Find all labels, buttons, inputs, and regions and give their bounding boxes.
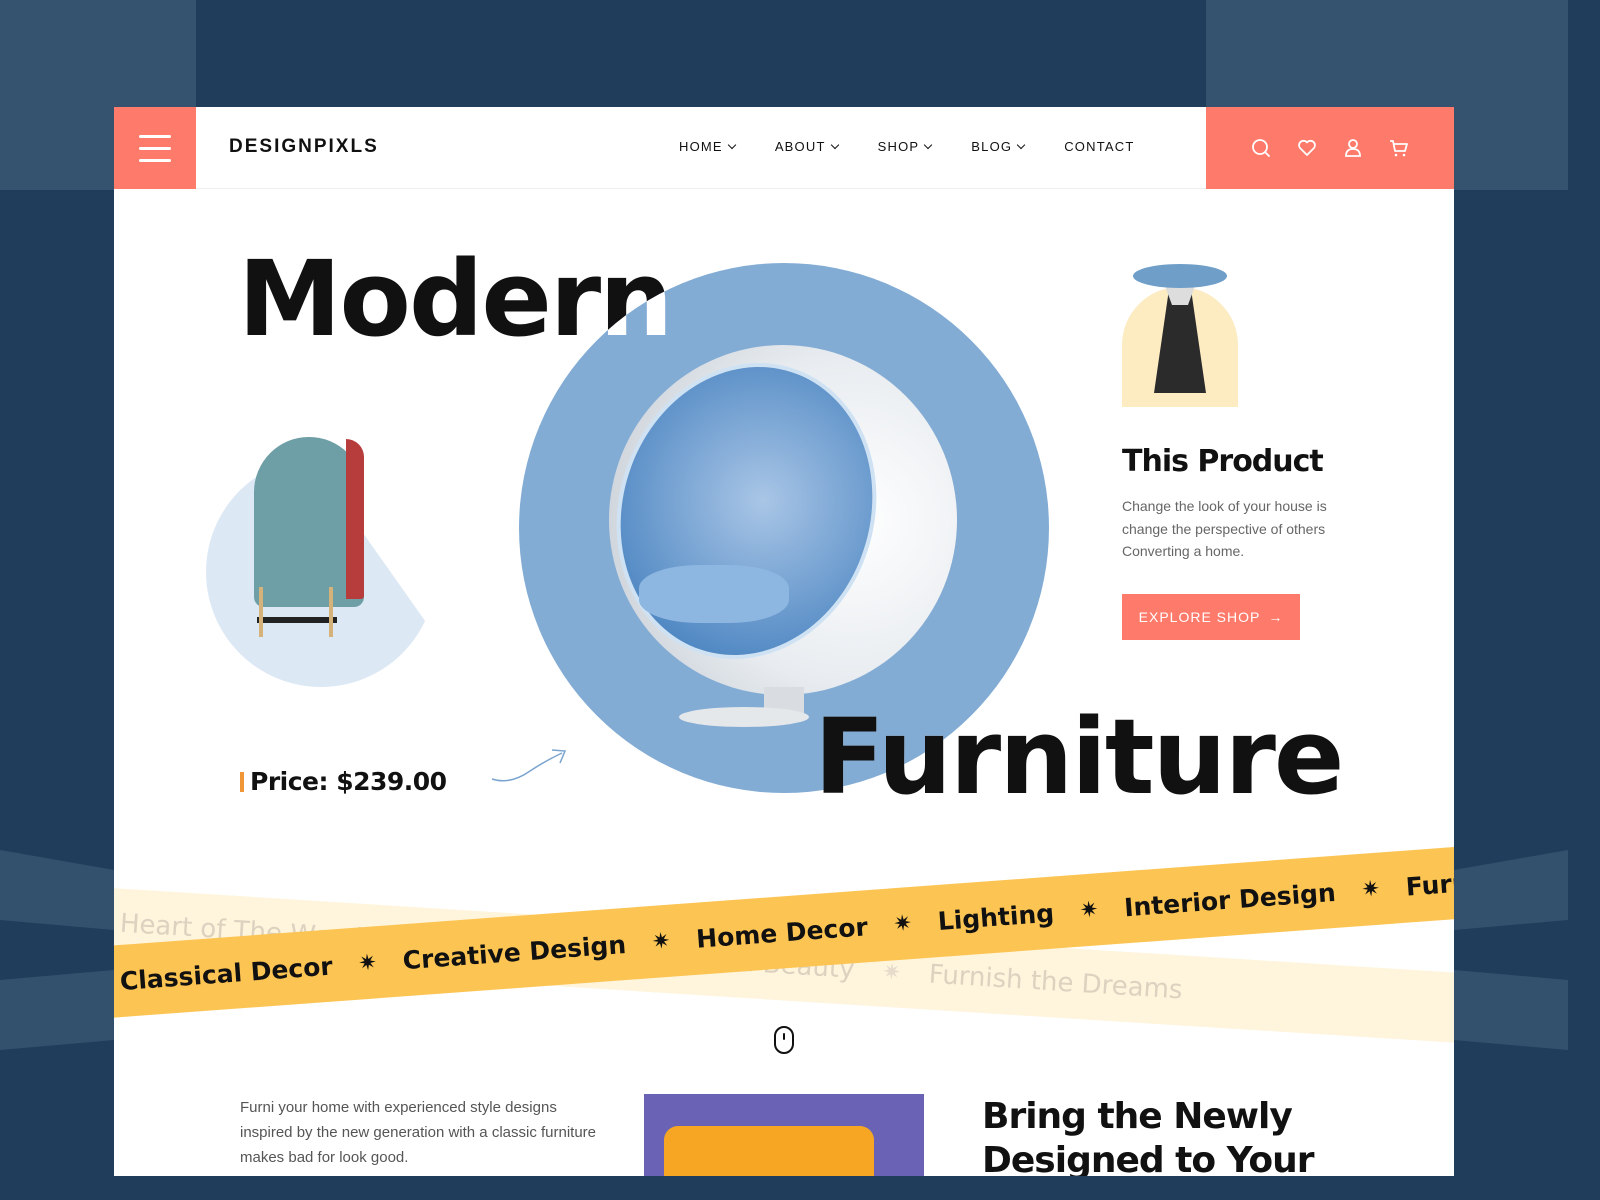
arrow-right-icon: → <box>1268 609 1284 625</box>
site-logo[interactable]: DESIGNPIXLS <box>229 136 379 158</box>
sofa-shape <box>664 1126 874 1176</box>
ribbon-item: Home Decor <box>695 911 869 954</box>
pod-chair-leg <box>259 587 263 637</box>
product-description: Change the look of your house is change … <box>1122 498 1327 559</box>
pod-chair-image <box>257 617 337 623</box>
price-accent-bar <box>240 771 244 792</box>
scroll-mouse-icon[interactable] <box>774 1026 794 1054</box>
ribbon-item: Lighting <box>936 898 1055 936</box>
ribbon-item: Furnish the Dreams <box>927 959 1184 1006</box>
stool-image <box>1133 264 1227 288</box>
ribbon-item: Creative Design <box>401 929 628 975</box>
star-icon: ✷ <box>881 958 902 985</box>
menu-line <box>139 146 171 150</box>
cart-icon[interactable] <box>1389 138 1409 158</box>
header-icon-bar <box>1206 107 1454 189</box>
ball-chair-base <box>679 707 809 727</box>
intro-text: Furni your home with experienced style d… <box>240 1099 597 1166</box>
ball-chair-image <box>578 328 957 695</box>
main-nav: HOME ABOUT SHOP BLOG CONTACT <box>679 139 1134 154</box>
nav-label: HOME <box>679 139 723 154</box>
product-title: This Product <box>1122 444 1324 479</box>
ribbon-item: Classical Decor <box>118 951 334 996</box>
price-tag: Price: $239.00 <box>240 767 447 796</box>
background-band <box>0 850 114 1050</box>
hero-title-line1-overlay: Modern <box>519 263 673 360</box>
star-icon: ✷ <box>650 927 672 954</box>
site-header: DESIGNPIXLS HOME ABOUT SHOP BLOG CONTACT <box>114 107 1454 189</box>
nav-item-blog[interactable]: BLOG <box>971 139 1026 154</box>
chevron-down-icon <box>1016 140 1026 149</box>
chevron-down-icon <box>727 140 737 149</box>
explore-shop-label: EXPLORE SHOP <box>1138 609 1261 625</box>
curved-arrow-icon <box>491 749 567 782</box>
price-text: Price: $239.00 <box>250 767 447 796</box>
star-icon: ✷ <box>357 949 378 976</box>
nav-item-contact[interactable]: CONTACT <box>1064 139 1134 154</box>
background-band <box>1454 850 1568 1050</box>
sofa-image <box>644 1094 924 1176</box>
ball-chair-seat <box>639 565 789 623</box>
search-icon[interactable] <box>1251 138 1271 158</box>
menu-line <box>139 134 171 138</box>
star-icon: ✷ <box>1360 875 1381 902</box>
chevron-down-icon <box>924 140 933 149</box>
nav-label: BLOG <box>971 139 1013 154</box>
hero-title-line2: Furniture <box>814 696 1344 818</box>
nav-label: CONTACT <box>1064 139 1135 154</box>
section-heading: Bring the Newly Designed to Your <box>982 1096 1315 1176</box>
heart-icon[interactable] <box>1297 138 1317 158</box>
nav-item-shop[interactable]: SHOP <box>877 139 933 154</box>
ribbon-item: Furnitures <box>1404 861 1454 902</box>
nav-label: SHOP <box>877 139 920 154</box>
user-icon[interactable] <box>1343 138 1363 158</box>
nav-item-home[interactable]: HOME <box>679 139 737 154</box>
menu-line <box>139 158 171 162</box>
star-icon: ✷ <box>892 909 913 937</box>
pod-chair-image <box>346 439 364 599</box>
chevron-down-icon <box>830 140 839 149</box>
explore-shop-button[interactable]: EXPLORE SHOP → <box>1122 594 1300 640</box>
landing-page: DESIGNPIXLS HOME ABOUT SHOP BLOG CONTACT… <box>114 107 1454 1176</box>
nav-item-about[interactable]: ABOUT <box>774 139 839 154</box>
pod-chair-leg <box>329 587 333 637</box>
nav-label: ABOUT <box>774 139 826 154</box>
star-icon: ✷ <box>1078 896 1100 923</box>
ribbon-item: Interior Design <box>1123 877 1337 922</box>
ball-chair-interior <box>578 328 915 694</box>
hamburger-menu-button[interactable] <box>114 107 196 189</box>
